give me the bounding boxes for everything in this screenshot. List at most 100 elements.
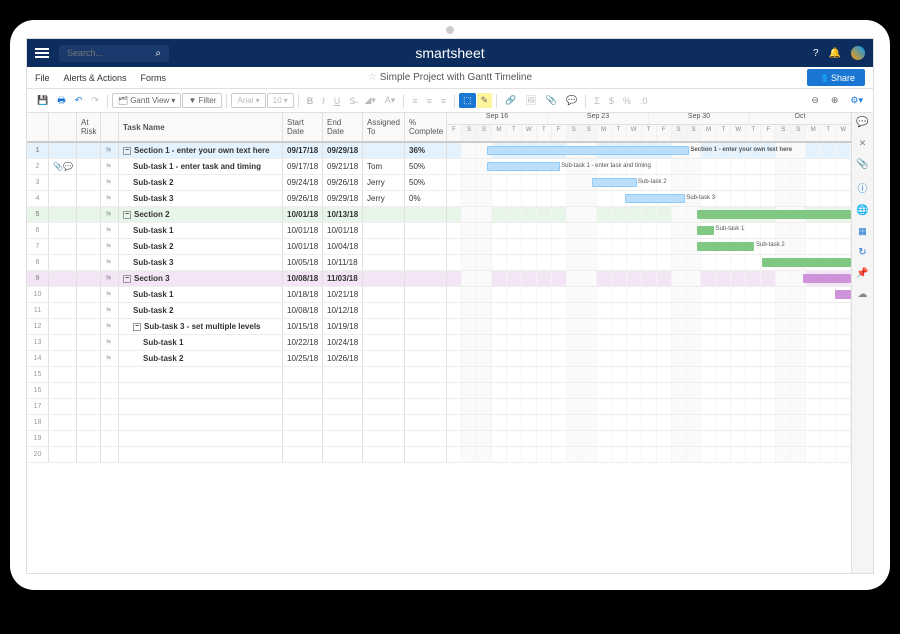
menu-forms[interactable]: Forms: [141, 73, 167, 83]
task-name[interactable]: Sub-task 2: [133, 242, 173, 251]
start-date[interactable]: 10/15/18: [283, 319, 323, 334]
save-icon[interactable]: 💾: [33, 93, 52, 108]
align-center-icon[interactable]: ≡: [423, 94, 436, 108]
avatar[interactable]: [851, 46, 865, 60]
assigned-to[interactable]: [363, 207, 405, 222]
rail-pin-icon[interactable]: 📌: [856, 268, 868, 279]
assigned-to[interactable]: [363, 335, 405, 350]
link-icon[interactable]: 🔗: [501, 93, 520, 108]
assigned-to[interactable]: [363, 143, 405, 158]
currency-icon[interactable]: $: [605, 94, 618, 108]
share-button[interactable]: 👥 Share: [807, 69, 865, 86]
task-name[interactable]: Sub-task 3: [133, 258, 173, 267]
table-row[interactable]: 1⚑−Section 1 - enter your own text here0…: [27, 143, 851, 159]
flag-icon[interactable]: ⚑: [105, 146, 112, 155]
task-name[interactable]: Sub-task 2: [133, 306, 173, 315]
textcolor-icon[interactable]: A▾: [381, 93, 400, 108]
table-row[interactable]: 14⚑Sub-task 210/25/1810/26/18: [27, 351, 851, 367]
start-date[interactable]: [283, 447, 323, 462]
gantt-cell[interactable]: [447, 447, 851, 462]
bold-icon[interactable]: B: [303, 94, 318, 108]
pct-complete[interactable]: [405, 383, 447, 398]
end-date[interactable]: 10/19/18: [323, 319, 363, 334]
task-name[interactable]: Sub-task 3: [133, 194, 173, 203]
col-risk[interactable]: At Risk: [77, 113, 101, 141]
menu-icon[interactable]: [35, 48, 49, 58]
rail-close-icon[interactable]: ✕: [859, 138, 867, 149]
gantt-bar[interactable]: Sub-task 3: [625, 194, 686, 203]
flag-icon[interactable]: ⚑: [105, 194, 112, 203]
gantt-bar[interactable]: Sub-task 2: [697, 242, 754, 251]
pct-complete[interactable]: [405, 431, 447, 446]
flag-icon[interactable]: ⚑: [105, 162, 112, 171]
gantt-cell[interactable]: Sub-task 2: [447, 175, 851, 190]
bell-icon[interactable]: 🔔: [829, 48, 841, 59]
assigned-to[interactable]: [363, 319, 405, 334]
assigned-to[interactable]: [363, 287, 405, 302]
gantt-cell[interactable]: [447, 399, 851, 414]
start-date[interactable]: [283, 383, 323, 398]
pct-complete[interactable]: [405, 271, 447, 286]
rail-comment-icon[interactable]: 💬: [856, 117, 868, 128]
flag-icon[interactable]: ⚑: [105, 258, 112, 267]
start-date[interactable]: [283, 367, 323, 382]
flag-icon[interactable]: ⚑: [105, 226, 112, 235]
gear-icon[interactable]: ⚙▾: [846, 93, 867, 108]
gantt-cell[interactable]: [447, 207, 851, 222]
gantt-bar[interactable]: Section 1 - enter your own text here: [487, 146, 689, 155]
start-date[interactable]: 10/18/18: [283, 287, 323, 302]
rail-refresh-icon[interactable]: ↻: [858, 247, 866, 258]
fill-icon[interactable]: ◢▾: [360, 93, 379, 108]
end-date[interactable]: 10/26/18: [323, 351, 363, 366]
assigned-to[interactable]: [363, 223, 405, 238]
start-date[interactable]: 10/08/18: [283, 271, 323, 286]
start-date[interactable]: 10/01/18: [283, 239, 323, 254]
assigned-to[interactable]: [363, 431, 405, 446]
collapse-icon[interactable]: −: [123, 275, 131, 283]
assigned-to[interactable]: Jerry: [363, 175, 405, 190]
start-date[interactable]: 10/01/18: [283, 207, 323, 222]
task-name[interactable]: Section 1 - enter your own text here: [134, 146, 270, 155]
font-size[interactable]: 10 ▾: [267, 93, 294, 108]
grid-body[interactable]: 1⚑−Section 1 - enter your own text here0…: [27, 143, 851, 573]
pct-complete[interactable]: [405, 239, 447, 254]
end-date[interactable]: [323, 415, 363, 430]
gantt-cell[interactable]: [447, 287, 851, 302]
gantt-cell[interactable]: [447, 415, 851, 430]
end-date[interactable]: 10/01/18: [323, 223, 363, 238]
gantt-bar[interactable]: [835, 290, 851, 299]
assigned-to[interactable]: [363, 399, 405, 414]
col-task[interactable]: Task Name: [119, 113, 283, 141]
gantt-cell[interactable]: [447, 255, 851, 270]
rail-card-icon[interactable]: ▦: [858, 226, 867, 237]
flag-icon[interactable]: ⚑: [105, 338, 112, 347]
pct-complete[interactable]: [405, 207, 447, 222]
end-date[interactable]: [323, 431, 363, 446]
assigned-to[interactable]: [363, 415, 405, 430]
align-right-icon[interactable]: ≡: [437, 94, 450, 108]
undo-icon[interactable]: ↶: [71, 93, 87, 108]
row-comment-icon[interactable]: 💬: [63, 162, 73, 171]
gantt-cell[interactable]: Sub-task 3: [447, 191, 851, 206]
start-date[interactable]: 10/08/18: [283, 303, 323, 318]
table-row[interactable]: 10⚑Sub-task 110/18/1810/21/18: [27, 287, 851, 303]
col-start[interactable]: Start Date: [283, 113, 323, 141]
table-row[interactable]: 3⚑Sub-task 209/24/1809/26/18Jerry50%Sub-…: [27, 175, 851, 191]
table-row[interactable]: 11⚑Sub-task 210/08/1810/12/18: [27, 303, 851, 319]
flag-icon[interactable]: ⚑: [105, 178, 112, 187]
gantt-cell[interactable]: Sub-task 2: [447, 239, 851, 254]
assigned-to[interactable]: [363, 383, 405, 398]
pct-complete[interactable]: [405, 367, 447, 382]
assigned-to[interactable]: Tom: [363, 159, 405, 174]
rail-cloud-icon[interactable]: ☁: [858, 289, 868, 300]
pct-complete[interactable]: [405, 399, 447, 414]
image-icon[interactable]: 🖼: [521, 93, 540, 108]
pct-complete[interactable]: [405, 287, 447, 302]
highlight-icon[interactable]: ✎: [477, 93, 493, 108]
font-selector[interactable]: Arial ▾: [231, 93, 265, 108]
pct-complete[interactable]: [405, 447, 447, 462]
table-row[interactable]: 12⚑−Sub-task 3 - set multiple levels10/1…: [27, 319, 851, 335]
task-name[interactable]: Sub-task 1: [143, 338, 183, 347]
task-name[interactable]: Sub-task 1: [133, 290, 173, 299]
pct-complete[interactable]: 50%: [405, 175, 447, 190]
